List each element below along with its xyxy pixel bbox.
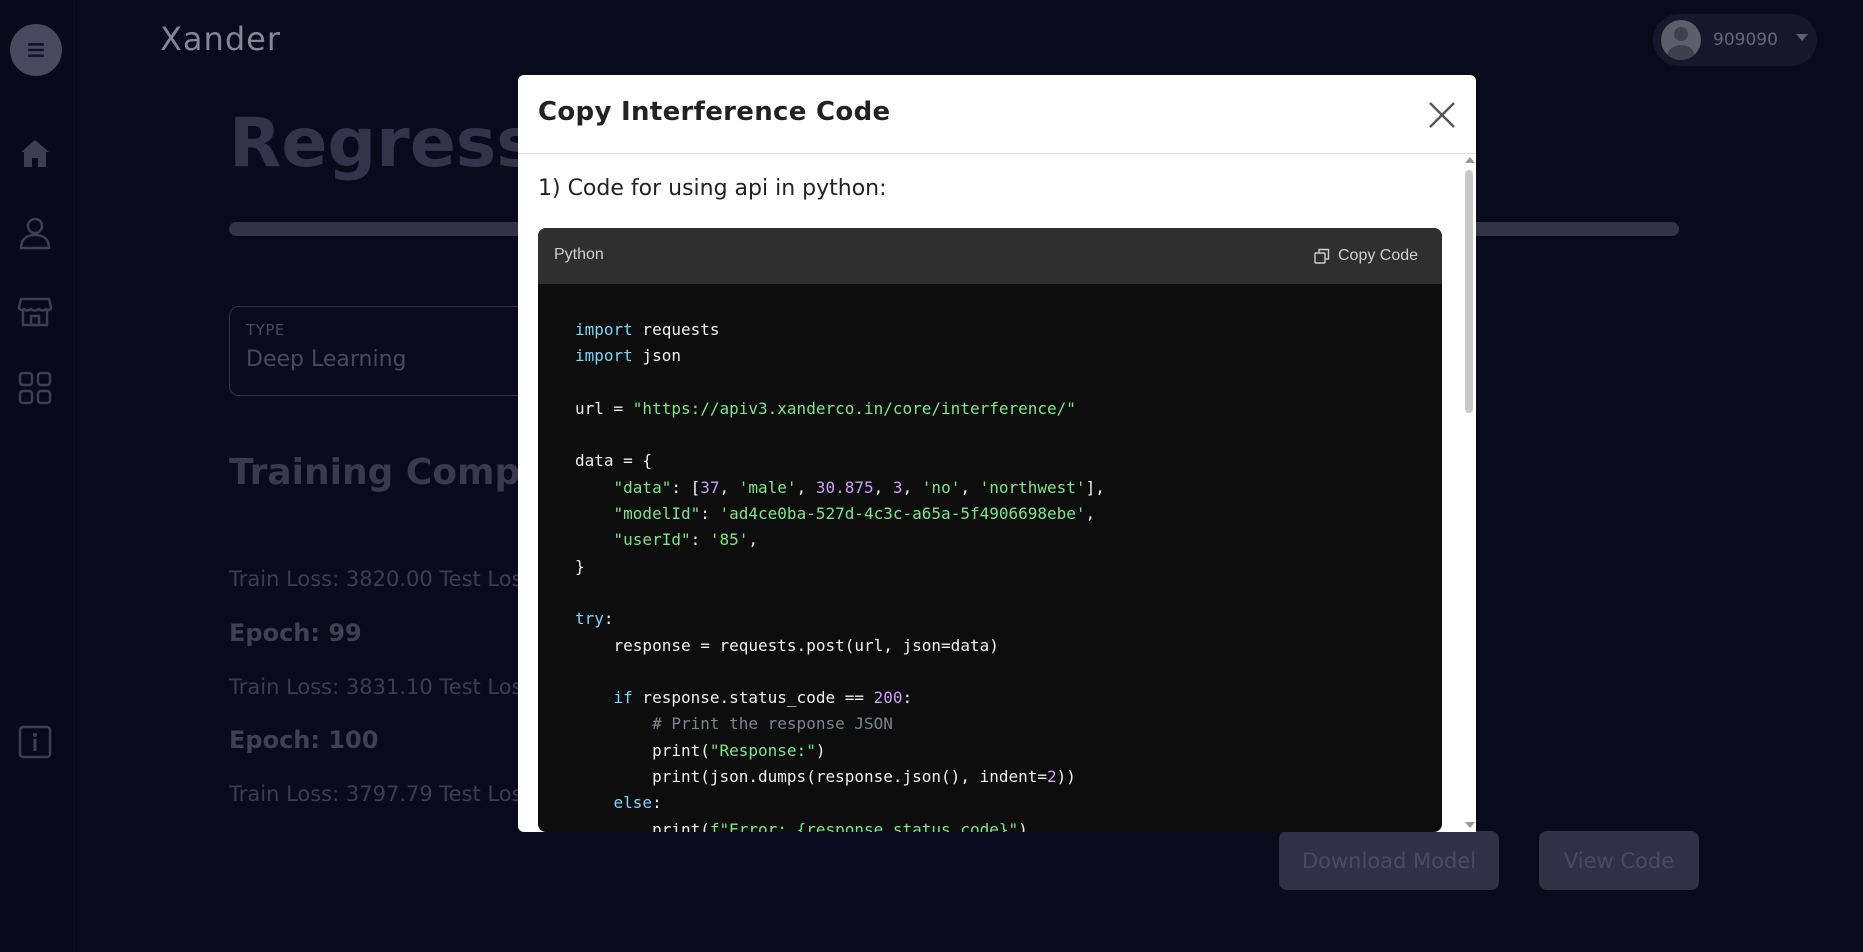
section-heading: 1) Code for using api in python: <box>538 176 887 201</box>
code-content: import requests import json url = "https… <box>575 320 1105 832</box>
copy-code-button[interactable]: Copy Code <box>1314 244 1418 268</box>
code-block-header: Python Copy Code <box>538 228 1442 284</box>
modal-title: Copy Interference Code <box>538 97 891 127</box>
close-icon[interactable] <box>1426 99 1458 131</box>
scroll-up-arrow-icon[interactable] <box>1465 157 1475 163</box>
code-block: Python Copy Code import requests import … <box>538 228 1442 832</box>
copy-code-label: Copy Code <box>1338 247 1419 264</box>
modal-header: Copy Interference Code <box>518 75 1476 154</box>
copy-icon <box>1314 248 1330 264</box>
scrollbar-thumb[interactable] <box>1465 170 1473 413</box>
code-language-label: Python <box>554 246 604 263</box>
scroll-down-arrow-icon[interactable] <box>1465 822 1475 828</box>
